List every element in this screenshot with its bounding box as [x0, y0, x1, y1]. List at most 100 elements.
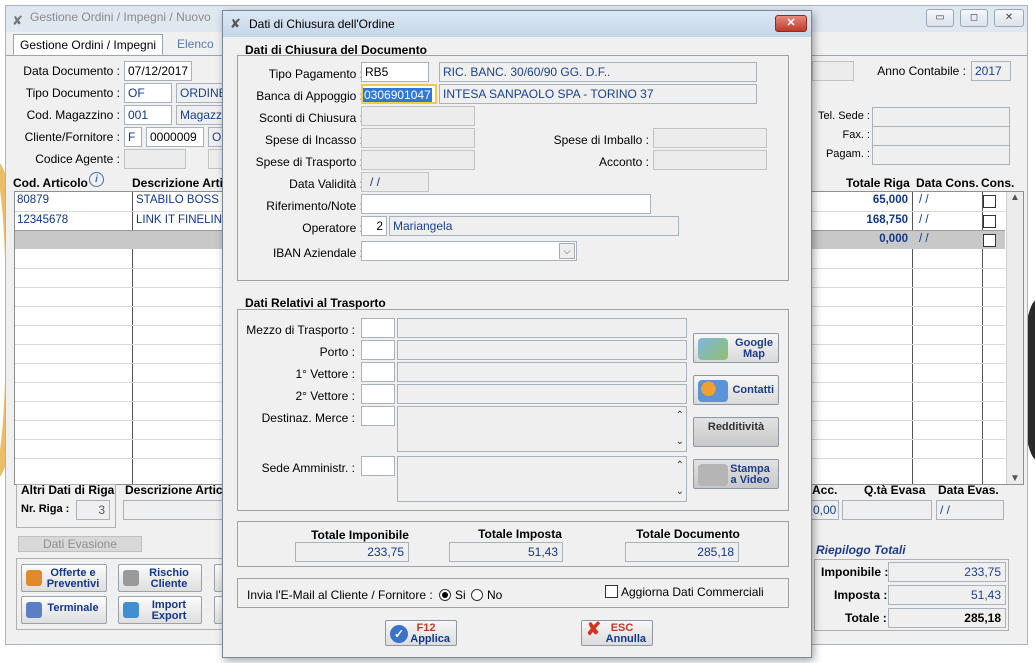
scroll-down-icon[interactable]: ▼ — [1007, 473, 1023, 484]
data-documento-field[interactable]: 07/12/2017 — [124, 61, 192, 81]
stampa-video-button[interactable]: Stampa a Video — [693, 459, 779, 489]
sconti-field[interactable] — [361, 106, 475, 126]
col-header-cod-articolo[interactable]: Cod. Articolo — [13, 176, 88, 190]
data-documento-label: Data Documento : — [23, 64, 120, 78]
acconto-field[interactable] — [653, 150, 767, 170]
scroll-up-icon[interactable]: ⌃ — [676, 457, 684, 475]
vettore2-code[interactable] — [361, 384, 395, 404]
contatti-button[interactable]: Contatti — [693, 375, 779, 405]
scroll-down-icon[interactable]: ⌄ — [676, 433, 684, 451]
row-cons-checkbox[interactable] — [983, 195, 996, 208]
scroll-up-icon[interactable]: ▲ — [1007, 192, 1023, 203]
terminale-button[interactable]: Terminale — [21, 596, 107, 624]
email-label: Invia l'E-Mail al Cliente / Fornitore : — [247, 588, 433, 602]
vettore1-desc — [397, 362, 687, 382]
cod-magazzino-code[interactable]: 001 — [124, 105, 172, 125]
row-data-cons: / / — [919, 194, 929, 206]
spese-imballo-label: Spese di Imballo : — [553, 133, 649, 147]
email-si-radio[interactable] — [439, 589, 451, 601]
main-window-title-text: Gestione Ordini / Impegni / Nuovo — [30, 10, 211, 24]
email-no-radio[interactable] — [471, 589, 483, 601]
porto-desc — [397, 340, 687, 360]
dati-evasione-button[interactable]: Dati Evasione — [18, 536, 142, 552]
fax-label: Fax. : — [842, 129, 870, 141]
cliente-code[interactable]: 0000009 — [146, 127, 204, 147]
redditivita-button[interactable]: Redditività — [693, 417, 779, 447]
import-export-icon — [123, 602, 139, 618]
data-validita-field[interactable]: / / — [361, 172, 429, 192]
minimize-button[interactable]: ▭ — [926, 9, 954, 27]
row-desc: LINK IT FINELIN — [136, 214, 223, 226]
chevron-down-icon[interactable]: ⌵ — [559, 243, 575, 259]
row-desc: STABILO BOSS — [136, 194, 219, 206]
annulla-label: Annulla — [605, 633, 646, 645]
iban-label: IBAN Aziendale : — [272, 246, 363, 260]
cliente-type[interactable]: F — [124, 127, 142, 147]
tab-gestione-ordini[interactable]: Gestione Ordini / Impegni — [13, 34, 164, 56]
destinaz-code[interactable] — [361, 406, 395, 426]
col-header-cons[interactable]: Cons. — [981, 176, 1014, 190]
porto-label: Porto : — [319, 345, 355, 359]
offerte-preventivi-button[interactable]: Offerte e Preventivi — [21, 564, 107, 592]
totale-label: Totale : — [845, 611, 887, 625]
banca-code[interactable]: 0306901047 — [361, 84, 437, 104]
iban-select[interactable]: ⌵ — [361, 241, 577, 261]
scroll-up-icon[interactable]: ⌃ — [676, 407, 684, 425]
tipo-documento-code[interactable]: OF — [124, 83, 172, 103]
mezzo-trasporto-code[interactable] — [361, 318, 395, 338]
scroll-down-icon[interactable]: ⌄ — [676, 483, 684, 501]
col-header-totale-riga[interactable]: Totale Riga — [846, 176, 910, 190]
descrizione-artic-label: Descrizione Artic — [125, 483, 223, 497]
pagam-label: Pagam. : — [825, 148, 870, 160]
spese-trasporto-field[interactable] — [361, 150, 475, 170]
google-map-button[interactable]: Google Map — [693, 333, 779, 363]
acc-field: 0,00 — [809, 500, 839, 520]
codice-agente-field[interactable] — [124, 149, 186, 169]
maximize-button[interactable]: ◻ — [960, 9, 988, 27]
row-cons-checkbox[interactable] — [983, 234, 996, 247]
import-export-button[interactable]: Import Export — [118, 596, 202, 624]
qta-evasa-field — [842, 500, 932, 520]
tab-elenco[interactable]: Elenco — [171, 34, 220, 56]
data-validita-label: Data Validità : — [289, 177, 363, 191]
mezzo-trasporto-desc — [397, 318, 687, 338]
sconti-label: Sconti di Chiusura : — [258, 111, 363, 125]
imposta-field: 51,43 — [888, 585, 1006, 605]
rischio-cliente-button[interactable]: Rischio Cliente — [118, 564, 202, 592]
totale-imposta-label: Totale Imposta — [478, 527, 562, 541]
operatore-label: Operatore : — [302, 221, 363, 235]
dialog-close-button[interactable]: ✕ — [775, 15, 807, 32]
map-icon — [698, 338, 728, 360]
annulla-button[interactable]: ✘ ESC Annulla — [581, 620, 653, 646]
col-header-data-cons[interactable]: Data Cons. — [916, 176, 979, 190]
grid-scrollbar[interactable]: ▲ ▼ — [1006, 192, 1023, 484]
imponibile-field: 233,75 — [888, 562, 1006, 582]
applica-button[interactable]: ✓ F12 Applica — [385, 620, 457, 646]
totale-documento-field: 285,18 — [625, 542, 739, 562]
spese-incasso-field[interactable] — [361, 128, 475, 148]
row-cons-checkbox[interactable] — [983, 215, 996, 228]
totale-imponibile-label: Totale Imponibile — [311, 528, 409, 542]
app-icon: ✘ — [12, 13, 23, 28]
info-icon[interactable]: i — [89, 172, 104, 187]
banca-desc: INTESA SANPAOLO SPA - TORINO 37 — [439, 84, 757, 104]
sede-code[interactable] — [361, 456, 395, 476]
spese-imballo-field[interactable] — [653, 128, 767, 148]
totale-documento-label: Totale Documento — [636, 527, 740, 541]
vettore1-code[interactable] — [361, 362, 395, 382]
tipo-pagamento-code[interactable]: RB5 — [361, 62, 429, 82]
aggiorna-checkbox[interactable] — [605, 585, 618, 598]
anno-contabile-field: 2017 — [971, 61, 1011, 81]
terminale-label: Terminale — [47, 602, 99, 614]
porto-code[interactable] — [361, 340, 395, 360]
operatore-code[interactable]: 2 — [361, 216, 387, 236]
anno-contabile-label: Anno Contabile : — [877, 64, 966, 78]
acc-label: Acc. — [812, 483, 838, 497]
stampa-video-label: Stampa a Video — [730, 463, 770, 486]
terminal-icon — [26, 602, 42, 618]
row-totale: 65,000 — [872, 194, 908, 206]
col-header-descrizione[interactable]: Descrizione Arti — [132, 176, 223, 190]
close-main-button[interactable]: ✕ — [994, 9, 1024, 27]
riferimento-field[interactable] — [361, 194, 651, 214]
tel-sede-field — [872, 107, 1010, 127]
